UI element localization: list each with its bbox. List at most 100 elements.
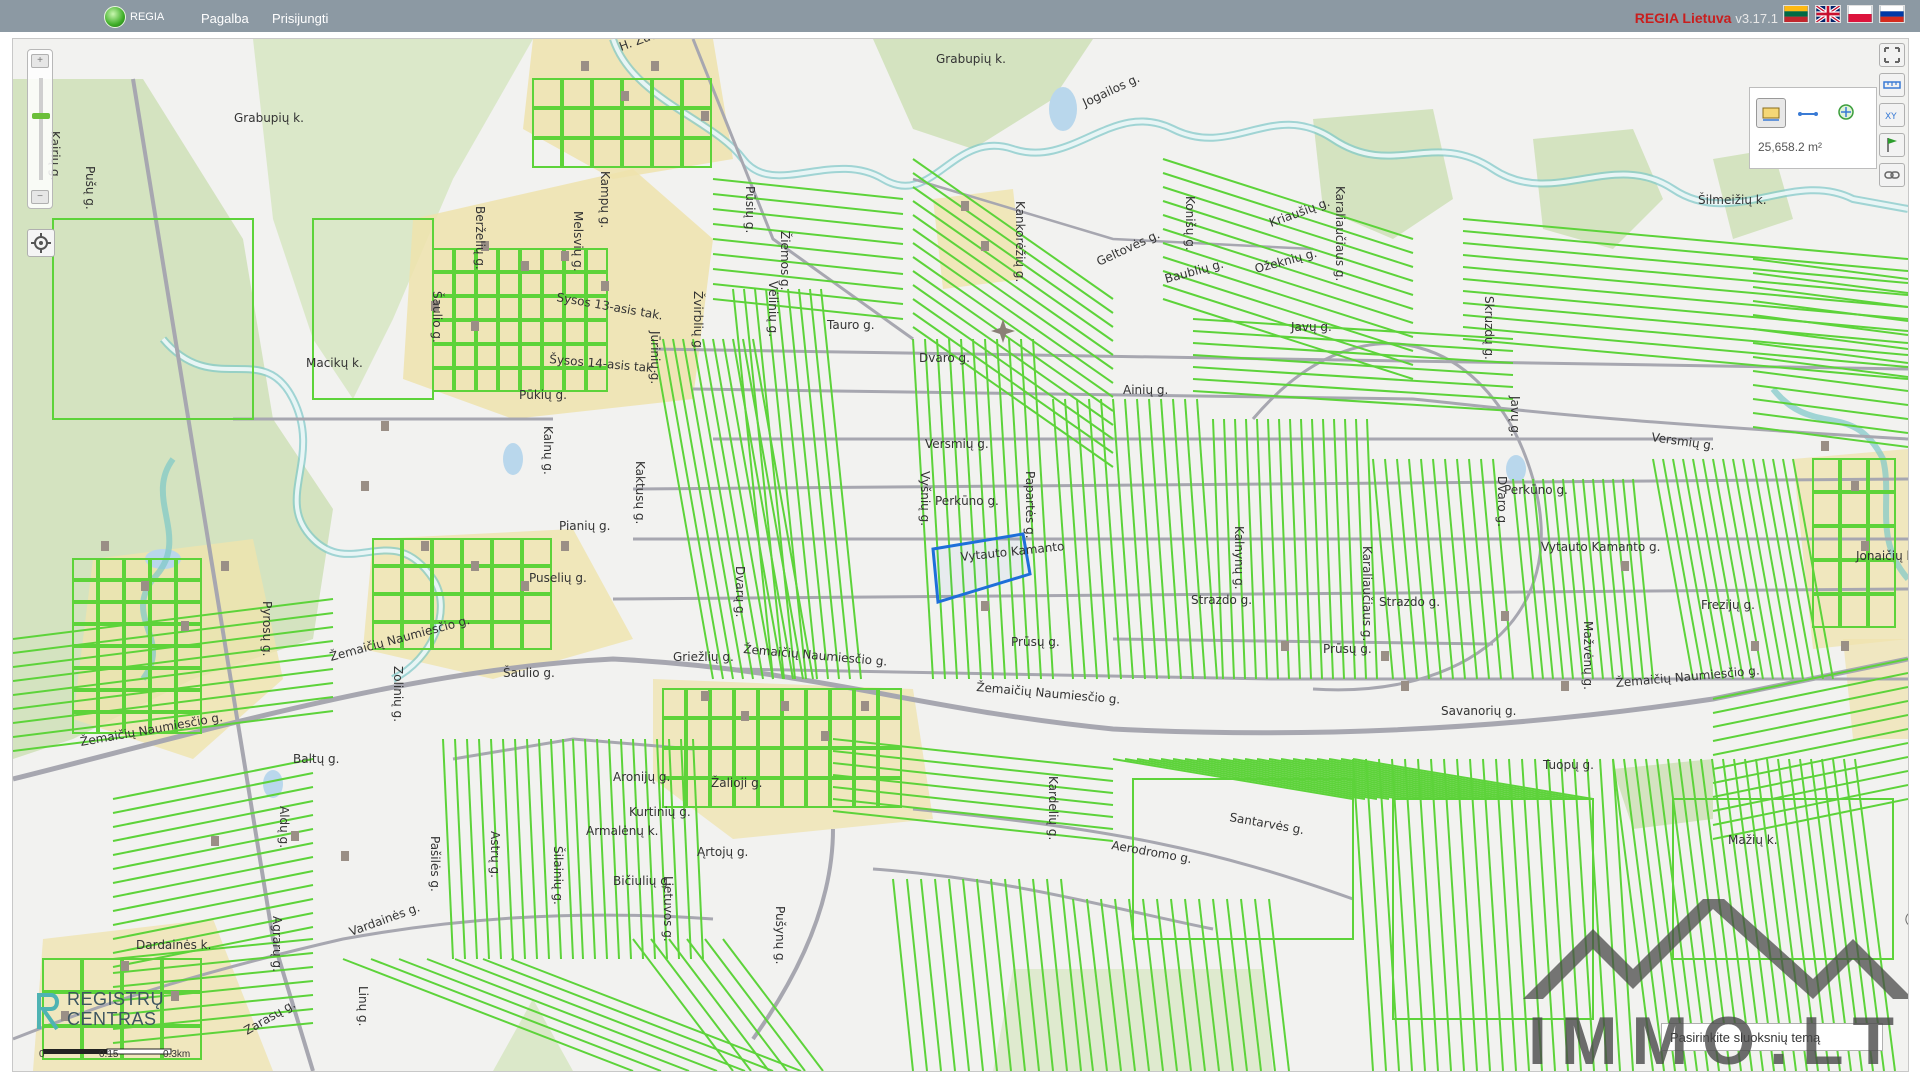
street-label: Žalioji g.	[711, 775, 763, 790]
area-measure-icon	[1762, 107, 1780, 121]
street-label-vertical: Dvaro g.	[1495, 476, 1509, 527]
flag-ru-icon[interactable]	[1879, 5, 1905, 23]
logo-line2: CENTRAS	[67, 1009, 157, 1029]
building	[1381, 651, 1389, 661]
building	[471, 561, 479, 571]
zoom-slider-track[interactable]	[39, 78, 43, 180]
street-label-vertical: Konišų g.	[1183, 196, 1197, 251]
measure-distance-button[interactable]	[1794, 98, 1824, 128]
building	[981, 241, 989, 251]
building	[581, 61, 589, 71]
measurement-panel: 25,658.2 m²	[1749, 87, 1877, 169]
street-label: Frezijų g.	[1701, 598, 1755, 612]
flag-pl-icon[interactable]	[1847, 5, 1873, 23]
street-label: Perkūno g.	[935, 494, 999, 508]
building	[1621, 561, 1629, 571]
building	[1841, 641, 1849, 651]
building	[291, 831, 299, 841]
menu-pagalba[interactable]: Pagalba	[201, 11, 249, 26]
version-label: v3.17.1	[1735, 11, 1778, 26]
building	[181, 621, 189, 631]
registru-centras-logo: REGISTRŲ CENTRAS	[35, 987, 195, 1043]
measure-point-button[interactable]	[1832, 98, 1862, 128]
brand-name: REGIA Lietuva	[1634, 10, 1732, 26]
menu-prisijungti[interactable]: Prisijungti	[272, 11, 328, 26]
building	[521, 581, 529, 591]
building	[861, 701, 869, 711]
crosshair-icon	[31, 233, 51, 253]
building	[341, 851, 349, 861]
street-label-vertical: Kaktusų g.	[633, 461, 647, 524]
fullscreen-button[interactable]	[1879, 43, 1905, 67]
building	[361, 481, 369, 491]
building	[221, 561, 229, 571]
marker-button[interactable]	[1879, 133, 1905, 157]
map-viewport[interactable]: H. Zudermano g.Tauro g.Dvaro g.Ainių g.V…	[12, 38, 1909, 1072]
street-label: Šaulio g.	[503, 665, 555, 680]
street-label: Tauro g.	[826, 318, 875, 332]
building	[621, 91, 629, 101]
zoom-in-button[interactable]: +	[31, 54, 49, 68]
street-label-vertical: Linų g.	[356, 986, 370, 1026]
measure-tool-button[interactable]	[1879, 73, 1905, 97]
zoom-control: + −	[27, 49, 53, 209]
street-label-vertical: Kankorėžių g.	[1013, 201, 1027, 282]
street-label-vertical: Žvirblių g.	[691, 291, 706, 352]
street-label-vertical: Berželių g.	[473, 206, 487, 270]
street-label: Versmių g.	[925, 437, 989, 451]
coordinates-button[interactable]: XY	[1879, 103, 1905, 127]
place-label: Armalėnų k.	[586, 824, 658, 838]
street-label-vertical: Karaliaučiaus g.	[1333, 186, 1347, 281]
xy-coordinates-icon: XY	[1885, 112, 1897, 122]
building	[421, 541, 429, 551]
svg-text:XY: XY	[1885, 112, 1897, 122]
street-label-vertical: Dvarų g.	[733, 566, 747, 617]
building	[381, 421, 389, 431]
street-label-vertical: Javų g.	[1508, 395, 1522, 437]
street-label: Aronijų g.	[613, 770, 670, 784]
street-label: Ąrtojų g.	[697, 845, 748, 859]
street-label: Strazdo g.	[1191, 593, 1252, 607]
measure-area-button[interactable]	[1756, 98, 1786, 128]
street-label: Pūkių g.	[519, 388, 567, 402]
building	[961, 201, 969, 211]
building	[521, 261, 529, 271]
street-label: Baltų g.	[293, 752, 339, 766]
street-label-vertical: Pašilės g.	[428, 836, 442, 892]
place-label: Grabupių k.	[936, 52, 1006, 66]
street-label: Strazdo g.	[1379, 595, 1440, 609]
street-label: Prūsų g.	[1323, 642, 1372, 656]
street-label: Kurtinių g.	[629, 805, 691, 819]
regia-logo-text[interactable]: REGIA	[130, 11, 164, 23]
building	[211, 836, 219, 846]
street-label-vertical: Kardelių g.	[1046, 776, 1060, 840]
street-label-vertical: Vyšnių g.	[918, 471, 932, 526]
brand-label: REGIA Lietuva v3.17.1	[1635, 10, 1778, 26]
layer-theme-select[interactable]: Pasirinkite sluoksnių temą	[1661, 1023, 1883, 1051]
street-label: Griežlių g.	[673, 650, 734, 664]
regia-logo-icon[interactable]	[104, 6, 126, 28]
point-crosshair-icon	[1838, 104, 1854, 120]
top-bar: REGIA Pagalba Prisijungti REGIA Lietuva …	[0, 0, 1920, 32]
zoom-slider-thumb[interactable]	[32, 113, 50, 119]
cadastral-map[interactable]: H. Zudermano g.Tauro g.Dvaro g.Ainių g.V…	[13, 39, 1908, 1071]
locate-button[interactable]	[27, 229, 55, 257]
place-label: Macikų k.	[306, 356, 363, 370]
building	[741, 711, 749, 721]
street-label: Vytauto Kamanto g.	[1541, 540, 1660, 554]
measured-area-value: 25,658.2 m²	[1758, 140, 1823, 154]
flag-lt-icon[interactable]	[1783, 5, 1809, 23]
street-label-vertical: Agrarų g.	[270, 916, 284, 972]
link-button[interactable]	[1879, 163, 1905, 187]
building	[471, 321, 479, 331]
street-label-vertical: Pušynų g.	[773, 906, 787, 964]
flag-marker-icon	[1887, 138, 1897, 152]
link-icon	[1884, 171, 1900, 179]
building	[981, 601, 989, 611]
street-label-vertical: Melsvių g.	[571, 211, 585, 272]
building	[651, 61, 659, 71]
flag-en-icon[interactable]	[1815, 5, 1841, 23]
zoom-out-button[interactable]: −	[31, 190, 49, 204]
scale-label-1: 0.15	[99, 1049, 119, 1060]
street-label-vertical: Pušų g.	[83, 166, 97, 210]
